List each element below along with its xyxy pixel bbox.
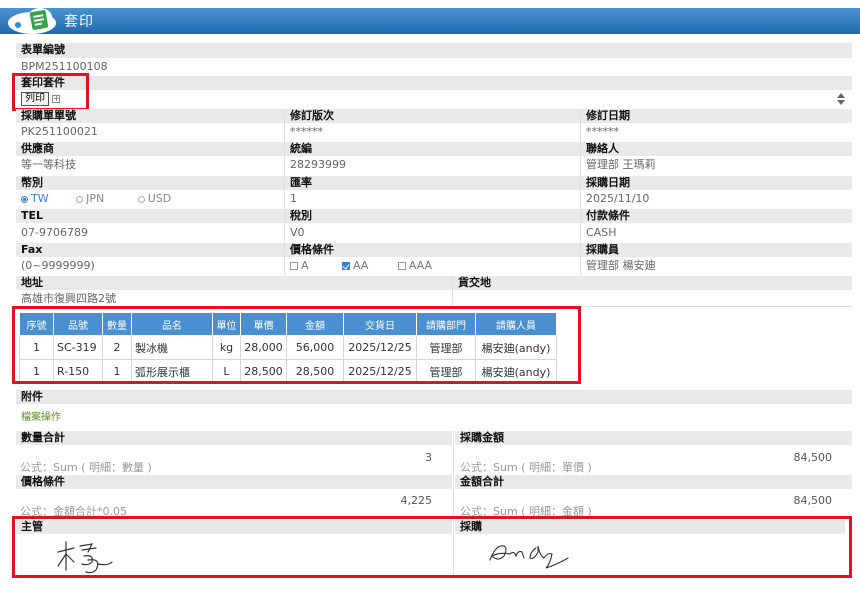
revision-date-label: 修訂日期 (581, 109, 852, 123)
radio-checked-icon (21, 196, 28, 203)
supplier-label: 供應商 (16, 142, 284, 156)
tax-type-value: V0 (290, 226, 305, 239)
detail-table-highlight (12, 306, 581, 384)
amount-total-label: 金額合計 (455, 475, 852, 489)
file-operation-link[interactable]: 檔案操作 (21, 408, 61, 423)
attachment-label: 附件 (16, 390, 852, 404)
grid-divider (580, 109, 581, 275)
address-value: 高雄市復興四路2號 (21, 292, 116, 305)
revision-value: ****** (290, 125, 323, 138)
tax-type-label: 稅別 (285, 209, 580, 223)
purchase-date-label: 採購日期 (581, 176, 852, 190)
radio-unchecked-icon (76, 196, 84, 203)
fax-value: (0~9999999) (21, 259, 95, 272)
tax-id-value: 28293999 (290, 158, 346, 171)
grid-divider (452, 276, 453, 306)
form-no-value: BPM251100108 (21, 60, 108, 73)
tel-value: 07-9706789 (21, 226, 88, 239)
currency-radio-tw[interactable]: TW (21, 192, 49, 205)
fax-label: Fax (16, 243, 284, 257)
price-terms-checkbox-aaa[interactable]: AAA (397, 259, 432, 272)
price-terms-label: 價格條件 (285, 243, 580, 257)
checkbox-unchecked-icon (397, 262, 406, 270)
amount-formula: 公式：Sum ( 明細：單價 ) (460, 461, 592, 474)
purchase-no-value: PK251100021 (21, 125, 98, 138)
form-no-label: 表單編號 (16, 43, 852, 58)
price-terms-total-label: 價格條件 (16, 475, 452, 489)
delivery-label: 貨交地 (453, 276, 852, 290)
grid-divider (284, 109, 285, 275)
payment-label: 付款條件 (581, 209, 852, 223)
contact-label: 聯絡人 (581, 142, 852, 156)
title-bar (0, 8, 860, 34)
price-terms-checkbox-aa[interactable]: AA (342, 259, 368, 272)
currency-radio-jpn[interactable]: JPN (76, 192, 104, 205)
checkbox-checked-icon (342, 262, 351, 270)
tax-id-label: 統編 (285, 142, 580, 156)
checkbox-unchecked-icon (290, 262, 298, 270)
contact-value: 管理部 王瑪莉 (586, 158, 656, 171)
revision-label: 修訂版次 (285, 109, 580, 123)
rate-value: 1 (290, 192, 297, 205)
currency-label: 幣別 (16, 176, 284, 190)
currency-radio-usd[interactable]: USD (137, 192, 171, 205)
qty-total-label: 數量合計 (16, 431, 452, 445)
supplier-value: 等一等科技 (21, 158, 76, 171)
signature-highlight (12, 516, 852, 578)
print-kit-highlight (12, 73, 89, 111)
payment-value: CASH (586, 226, 617, 239)
print-kit-label: 套印套件 (16, 76, 852, 90)
tel-label: TEL (16, 209, 284, 223)
qty-total-formula: 公式：Sum ( 明細：數量 ) (20, 461, 152, 474)
buyer-label: 採購員 (581, 243, 852, 257)
purchase-date-value: 2025/11/10 (586, 192, 650, 205)
address-label: 地址 (16, 276, 452, 290)
radio-unchecked-icon (137, 196, 145, 203)
form-cloud-icon (8, 8, 56, 34)
scroll-arrows-icon[interactable] (836, 91, 846, 107)
grid-divider (453, 431, 454, 516)
buyer-value: 管理部 楊安廸 (586, 259, 656, 272)
amount-label: 採購金額 (455, 431, 852, 445)
currency-radio-group: TW JPN USD (16, 191, 284, 207)
revision-date-value: ****** (586, 125, 619, 138)
price-terms-checkbox-a[interactable]: A (290, 259, 309, 272)
purchase-no-label: 採購單單號 (16, 109, 284, 123)
rate-label: 匯率 (285, 176, 580, 190)
price-terms-checkbox-group: A AA AAA (285, 258, 580, 274)
page-title: 套印 (64, 14, 94, 30)
